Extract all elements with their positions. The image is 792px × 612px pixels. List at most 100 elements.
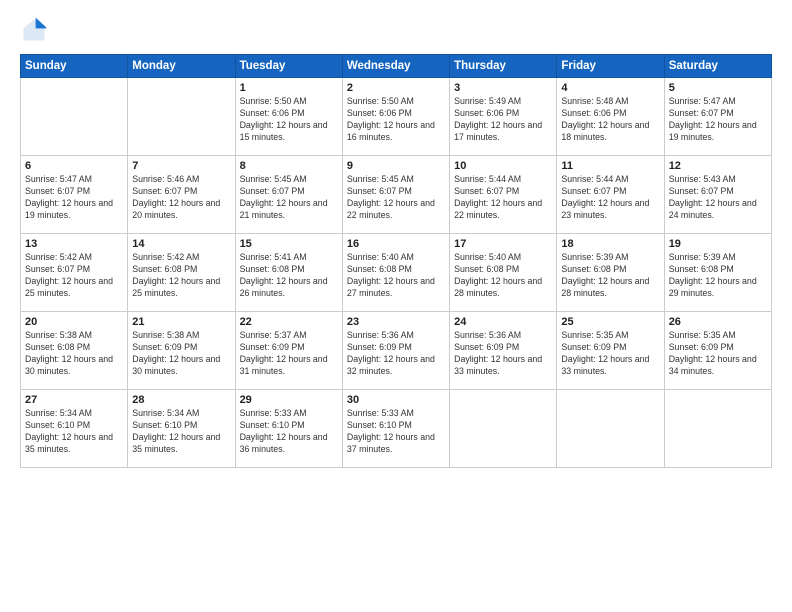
day-number: 6 [25,160,123,172]
day-info: Sunrise: 5:39 AM Sunset: 6:08 PM Dayligh… [561,252,659,300]
day-info: Sunrise: 5:34 AM Sunset: 6:10 PM Dayligh… [25,408,123,456]
day-number: 8 [240,160,338,172]
weekday-header-wednesday: Wednesday [342,55,449,78]
day-info: Sunrise: 5:40 AM Sunset: 6:08 PM Dayligh… [454,252,552,300]
calendar-cell: 27 Sunrise: 5:34 AM Sunset: 6:10 PM Dayli… [21,390,128,468]
day-number: 22 [240,316,338,328]
day-info: Sunrise: 5:34 AM Sunset: 6:10 PM Dayligh… [132,408,230,456]
day-info: Sunrise: 5:45 AM Sunset: 6:07 PM Dayligh… [240,174,338,222]
day-number: 9 [347,160,445,172]
day-info: Sunrise: 5:50 AM Sunset: 6:06 PM Dayligh… [240,96,338,144]
calendar-cell: 6 Sunrise: 5:47 AM Sunset: 6:07 PM Daylig… [21,156,128,234]
calendar-cell: 12 Sunrise: 5:43 AM Sunset: 6:07 PM Dayli… [664,156,771,234]
day-number: 21 [132,316,230,328]
day-info: Sunrise: 5:49 AM Sunset: 6:06 PM Dayligh… [454,96,552,144]
day-number: 7 [132,160,230,172]
day-info: Sunrise: 5:40 AM Sunset: 6:08 PM Dayligh… [347,252,445,300]
calendar-cell: 19 Sunrise: 5:39 AM Sunset: 6:08 PM Dayli… [664,234,771,312]
calendar-cell: 10 Sunrise: 5:44 AM Sunset: 6:07 PM Dayli… [450,156,557,234]
day-info: Sunrise: 5:48 AM Sunset: 6:06 PM Dayligh… [561,96,659,144]
day-number: 15 [240,238,338,250]
day-number: 2 [347,82,445,94]
calendar-week-4: 20 Sunrise: 5:38 AM Sunset: 6:08 PM Dayli… [21,312,772,390]
day-number: 24 [454,316,552,328]
calendar-cell: 9 Sunrise: 5:45 AM Sunset: 6:07 PM Daylig… [342,156,449,234]
day-number: 14 [132,238,230,250]
calendar-cell: 14 Sunrise: 5:42 AM Sunset: 6:08 PM Dayli… [128,234,235,312]
day-info: Sunrise: 5:45 AM Sunset: 6:07 PM Dayligh… [347,174,445,222]
calendar-week-1: 1Sunrise: 5:50 AM Sunset: 6:06 PM Daylig… [21,78,772,156]
day-info: Sunrise: 5:47 AM Sunset: 6:07 PM Dayligh… [25,174,123,222]
day-info: Sunrise: 5:43 AM Sunset: 6:07 PM Dayligh… [669,174,767,222]
calendar-cell [21,78,128,156]
calendar-cell: 21 Sunrise: 5:38 AM Sunset: 6:09 PM Dayli… [128,312,235,390]
page: SundayMondayTuesdayWednesdayThursdayFrid… [0,0,792,612]
day-number: 16 [347,238,445,250]
calendar-cell: 5 Sunrise: 5:47 AM Sunset: 6:07 PM Daylig… [664,78,771,156]
calendar-cell: 1Sunrise: 5:50 AM Sunset: 6:06 PM Daylig… [235,78,342,156]
day-number: 19 [669,238,767,250]
day-number: 5 [669,82,767,94]
weekday-header-sunday: Sunday [21,55,128,78]
header [20,16,772,44]
day-info: Sunrise: 5:37 AM Sunset: 6:09 PM Dayligh… [240,330,338,378]
day-number: 11 [561,160,659,172]
day-info: Sunrise: 5:38 AM Sunset: 6:09 PM Dayligh… [132,330,230,378]
calendar-cell: 30 Sunrise: 5:33 AM Sunset: 6:10 PM Dayli… [342,390,449,468]
calendar-cell: 17 Sunrise: 5:40 AM Sunset: 6:08 PM Dayli… [450,234,557,312]
calendar-week-2: 6 Sunrise: 5:47 AM Sunset: 6:07 PM Daylig… [21,156,772,234]
day-number: 20 [25,316,123,328]
calendar-cell: 7 Sunrise: 5:46 AM Sunset: 6:07 PM Daylig… [128,156,235,234]
day-info: Sunrise: 5:36 AM Sunset: 6:09 PM Dayligh… [347,330,445,378]
day-number: 23 [347,316,445,328]
day-info: Sunrise: 5:33 AM Sunset: 6:10 PM Dayligh… [240,408,338,456]
day-number: 3 [454,82,552,94]
weekday-header-thursday: Thursday [450,55,557,78]
day-number: 25 [561,316,659,328]
calendar-cell [128,78,235,156]
calendar-cell: 22 Sunrise: 5:37 AM Sunset: 6:09 PM Dayli… [235,312,342,390]
day-number: 4 [561,82,659,94]
day-info: Sunrise: 5:35 AM Sunset: 6:09 PM Dayligh… [561,330,659,378]
day-number: 10 [454,160,552,172]
calendar-cell [664,390,771,468]
calendar-cell [557,390,664,468]
calendar-cell [450,390,557,468]
day-info: Sunrise: 5:50 AM Sunset: 6:06 PM Dayligh… [347,96,445,144]
logo-icon [20,16,48,44]
calendar-cell: 2 Sunrise: 5:50 AM Sunset: 6:06 PM Daylig… [342,78,449,156]
day-number: 12 [669,160,767,172]
day-info: Sunrise: 5:44 AM Sunset: 6:07 PM Dayligh… [454,174,552,222]
calendar-week-3: 13 Sunrise: 5:42 AM Sunset: 6:07 PM Dayli… [21,234,772,312]
day-number: 18 [561,238,659,250]
calendar-cell: 13 Sunrise: 5:42 AM Sunset: 6:07 PM Dayli… [21,234,128,312]
calendar-cell: 18 Sunrise: 5:39 AM Sunset: 6:08 PM Dayli… [557,234,664,312]
day-number: 13 [25,238,123,250]
weekday-header-friday: Friday [557,55,664,78]
day-info: Sunrise: 5:42 AM Sunset: 6:07 PM Dayligh… [25,252,123,300]
day-info: Sunrise: 5:46 AM Sunset: 6:07 PM Dayligh… [132,174,230,222]
calendar-cell: 8 Sunrise: 5:45 AM Sunset: 6:07 PM Daylig… [235,156,342,234]
day-number: 27 [25,394,123,406]
day-number: 29 [240,394,338,406]
weekday-header-saturday: Saturday [664,55,771,78]
calendar-cell: 28Sunrise: 5:34 AM Sunset: 6:10 PM Dayli… [128,390,235,468]
calendar-cell: 24 Sunrise: 5:36 AM Sunset: 6:09 PM Dayli… [450,312,557,390]
day-info: Sunrise: 5:42 AM Sunset: 6:08 PM Dayligh… [132,252,230,300]
weekday-header-monday: Monday [128,55,235,78]
day-info: Sunrise: 5:36 AM Sunset: 6:09 PM Dayligh… [454,330,552,378]
calendar-week-5: 27 Sunrise: 5:34 AM Sunset: 6:10 PM Dayli… [21,390,772,468]
calendar-cell: 20 Sunrise: 5:38 AM Sunset: 6:08 PM Dayli… [21,312,128,390]
calendar-cell: 15 Sunrise: 5:41 AM Sunset: 6:08 PM Dayli… [235,234,342,312]
day-number: 26 [669,316,767,328]
day-info: Sunrise: 5:33 AM Sunset: 6:10 PM Dayligh… [347,408,445,456]
weekday-header-tuesday: Tuesday [235,55,342,78]
day-info: Sunrise: 5:38 AM Sunset: 6:08 PM Dayligh… [25,330,123,378]
day-number: 17 [454,238,552,250]
day-number: 30 [347,394,445,406]
day-info: Sunrise: 5:47 AM Sunset: 6:07 PM Dayligh… [669,96,767,144]
day-info: Sunrise: 5:41 AM Sunset: 6:08 PM Dayligh… [240,252,338,300]
calendar-cell: 4 Sunrise: 5:48 AM Sunset: 6:06 PM Daylig… [557,78,664,156]
logo [20,16,52,44]
day-info: Sunrise: 5:39 AM Sunset: 6:08 PM Dayligh… [669,252,767,300]
